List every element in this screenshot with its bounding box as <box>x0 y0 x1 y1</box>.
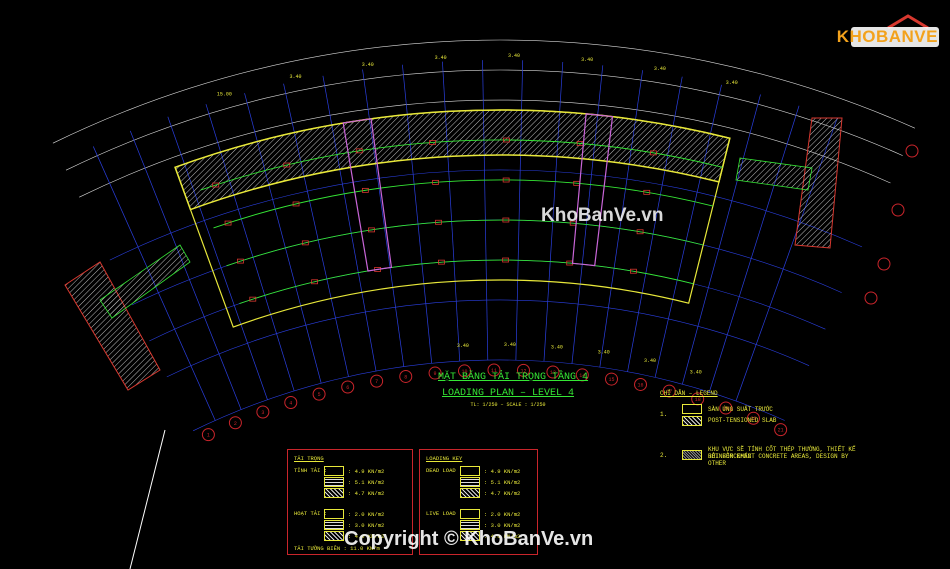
dead-load-value-en-1: : 4.9 KN/m2 <box>484 468 521 475</box>
dimension-label-bottom: 3.40 <box>551 344 563 350</box>
live-load-swatch-2 <box>324 520 344 530</box>
legend-item-1-vn: SÀN ỨNG SUẤT TRƯỚC <box>708 406 773 413</box>
legend-item-2-num: 2. <box>660 452 668 459</box>
copyright-notice: Copyright © KhoBanVe.vn <box>344 528 594 550</box>
cad-drawing-canvas: 1 2 3 4 5 6 7 8 9 10 11 12 13 14 15 16 17 18 19 20 21 15.00 3.… <box>0 0 950 569</box>
live-load-value-en-1: : 2.0 KN/m2 <box>484 511 521 518</box>
left-bridge <box>99 244 191 319</box>
live-load-swatch-3 <box>324 531 344 541</box>
dimension-label-top: 15.00 <box>217 92 232 98</box>
dead-load-swatch-1 <box>324 466 344 476</box>
grid-bubble-label: 21 <box>778 428 784 434</box>
grid-bubble-label: 3 <box>261 410 264 416</box>
radial-grid-line <box>362 69 405 367</box>
leader-line <box>129 429 166 569</box>
dimension-label-bottom: 3.40 <box>457 343 469 349</box>
logo-text: KHOBANVE <box>836 27 938 46</box>
legend-title: CHỈ DẪN – LEGEND <box>660 390 718 397</box>
dead-load-value-3: : 4.7 KN/m2 <box>348 490 385 497</box>
dimension-label-top: 3.40 <box>435 55 447 61</box>
title-vietnamese: MẶT BẰNG TẢI TRỌNG TẦNG 4 <box>438 372 589 383</box>
dimension-label-top: 3.40 <box>654 66 666 72</box>
dimension-label-bottom: 3.40 <box>598 350 610 356</box>
radial-grid-line <box>402 64 433 364</box>
table-right-title: LOADING KEY <box>426 455 463 462</box>
watermark: KhoBanVe.vn <box>541 205 664 226</box>
grid-bubble-label: 15 <box>608 377 614 383</box>
legend-item-2-en: REINFORCEMENT CONCRETE AREAS, DESIGN BY … <box>708 453 849 467</box>
grid-bubble-right <box>905 144 919 158</box>
drawing-title-block: MẶT BẰNG TẢI TRỌNG TẦNG 4 LOADING PLAN –… <box>438 372 589 408</box>
dead-load-swatch-en-2 <box>460 477 480 487</box>
dead-load-label: TĨNH TẢI : <box>294 467 328 474</box>
dimension-label-top: 3.40 <box>508 53 520 59</box>
reinforced-area-swatch <box>682 450 702 460</box>
dead-load-label-en: DEAD LOAD : <box>426 467 463 474</box>
grid-bubble-label: 9 <box>434 371 437 377</box>
live-load-label: HOẠT TẢI : <box>294 510 328 517</box>
radial-grid-line <box>515 60 524 361</box>
grid-bubble-label: 16 <box>638 382 644 388</box>
scale-note: TL: 1/250 – SCALE : 1/250 <box>470 402 546 408</box>
title-english: LOADING PLAN – LEVEL 4 <box>441 388 575 399</box>
right-bridge <box>735 157 813 191</box>
grid-bubble-label: 7 <box>375 379 378 385</box>
legend-item-1-num: 1. <box>660 411 668 418</box>
post-tensioned-hatch-swatch <box>682 416 702 426</box>
grid-bubble-label: 4 <box>289 400 292 406</box>
dead-load-swatch-2 <box>324 477 344 487</box>
dead-load-swatch-en-3 <box>460 488 480 498</box>
dimension-label-top: 3.40 <box>362 62 374 68</box>
beam-arc <box>239 259 694 305</box>
grid-bubble-label: 2 <box>234 421 237 427</box>
grid-bubble-label: 18 <box>695 397 701 403</box>
dead-load-value-en-3: : 4.7 KN/m2 <box>484 490 521 497</box>
dead-load-swatch-en-1 <box>460 466 480 476</box>
post-tensioned-slab-swatch <box>682 404 702 414</box>
grid-bubble-right <box>877 257 891 271</box>
dimension-label-top: 3.40 <box>289 74 301 80</box>
live-load-label-en: LIVE LOAD : <box>426 510 463 517</box>
grid-bubble-right <box>891 203 905 217</box>
live-load-swatch-en-1 <box>460 509 480 519</box>
live-load-value-1: : 2.0 KN/m2 <box>348 511 385 518</box>
dimension-label-bottom: 3.40 <box>690 370 702 376</box>
dimension-label-top: 3.40 <box>726 80 738 86</box>
legend-item-1-en: POST-TENSIONED SLAB <box>708 417 777 424</box>
grid-bubble-label: 5 <box>318 392 321 398</box>
radial-grid-line <box>442 61 461 362</box>
dead-load-value-2: : 5.1 KN/m2 <box>348 479 385 486</box>
grid-bubble-label: 6 <box>346 385 349 391</box>
dead-load-value-1: : 4.9 KN/m2 <box>348 468 385 475</box>
live-load-swatch-1 <box>324 509 344 519</box>
dead-load-swatch-3 <box>324 488 344 498</box>
grid-bubble-right <box>864 291 878 305</box>
grid-bubble-label: 1 <box>207 433 210 439</box>
dimension-label-bottom: 3.40 <box>504 342 516 348</box>
radial-grid-line <box>482 60 489 361</box>
grid-bubble-label: 8 <box>404 374 407 380</box>
dead-load-value-en-2: : 5.1 KN/m2 <box>484 479 521 486</box>
table-left-title: TẢI TRỌNG <box>294 455 324 462</box>
arc-grid-line <box>166 299 810 378</box>
dimension-label-bottom: 3.40 <box>644 358 656 364</box>
dimension-label-top: 3.40 <box>581 57 593 63</box>
